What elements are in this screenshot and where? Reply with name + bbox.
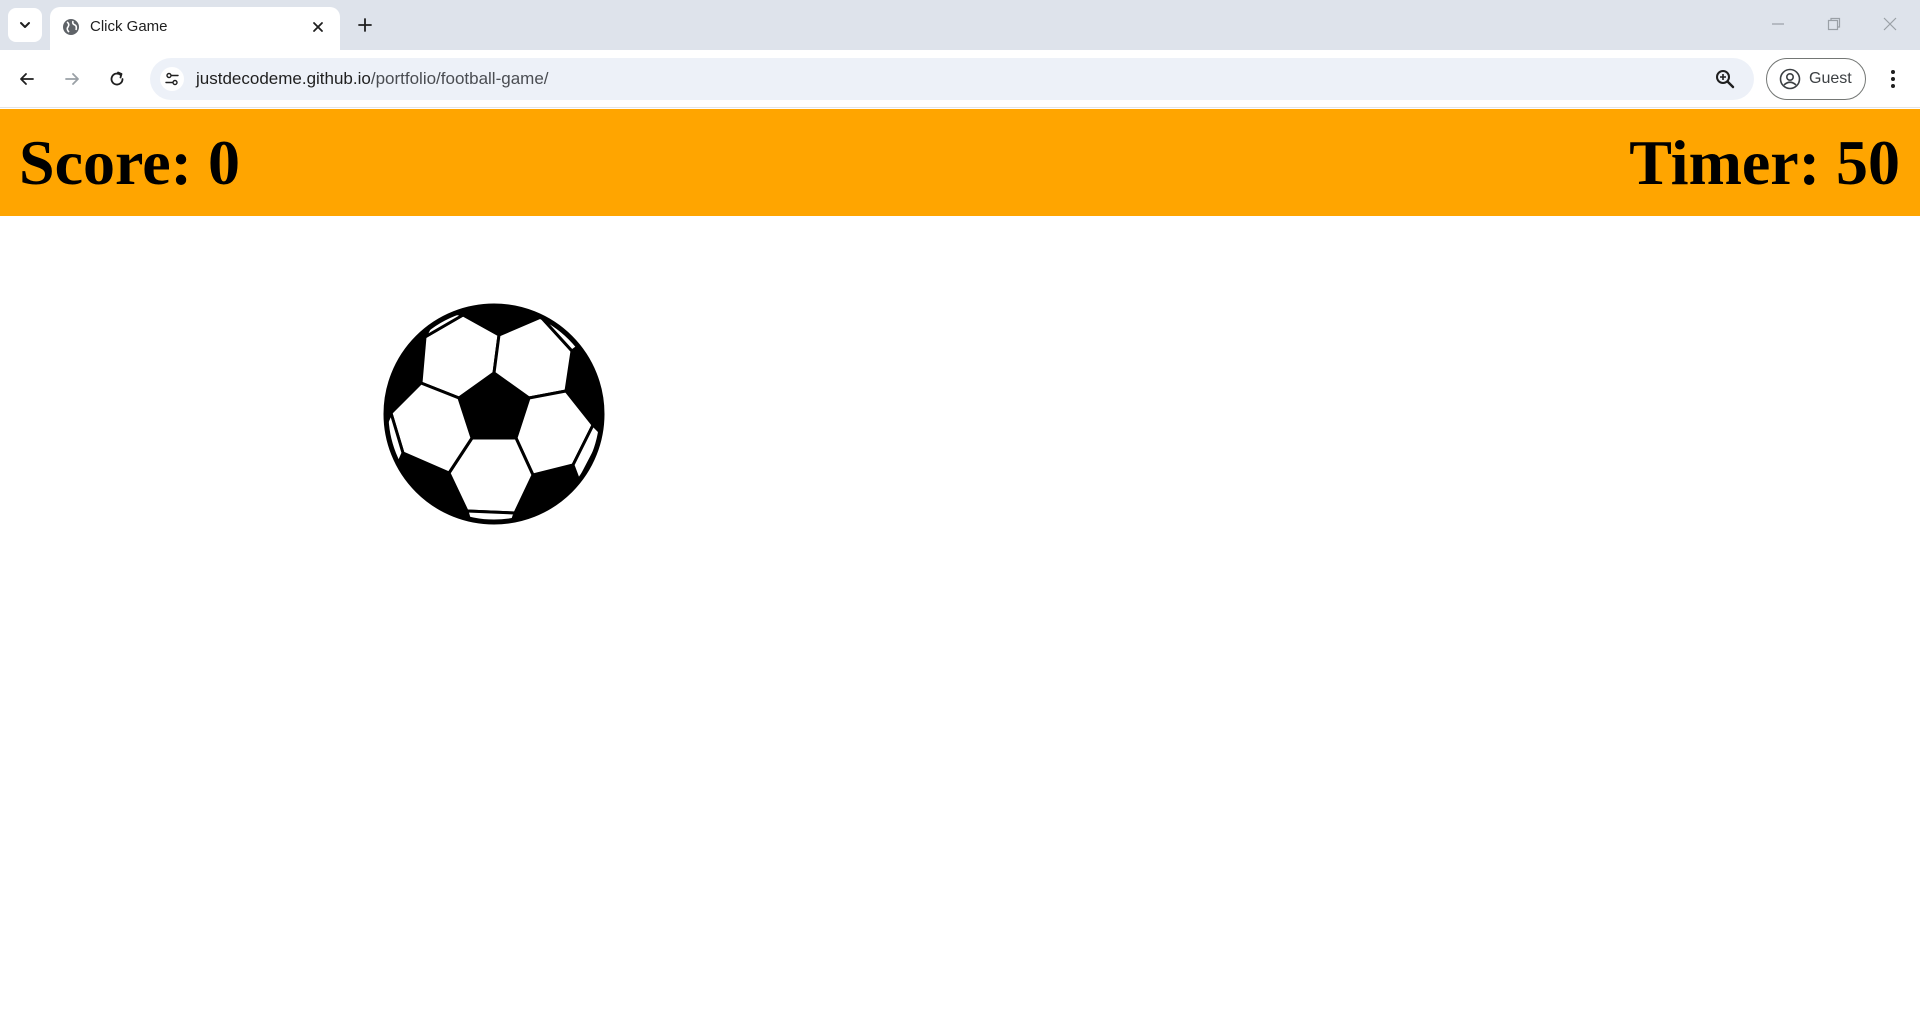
page-content: Score: 0 Timer: 50 [0,109,1920,1020]
profile-button[interactable]: Guest [1766,58,1866,100]
chevron-down-icon [20,22,30,28]
reload-icon [110,71,124,86]
more-vert-icon [1891,70,1895,88]
account-circle-icon [1779,68,1801,90]
site-info-icon[interactable] [160,67,184,91]
close-icon [1883,17,1897,31]
reload-button[interactable] [100,62,134,96]
address-bar[interactable]: justdecodeme.github.io/portfolio/footbal… [150,58,1754,100]
close-window-button[interactable] [1870,8,1910,40]
restore-window-button[interactable] [1814,8,1854,40]
soccer-ball-icon[interactable] [383,303,605,525]
tab-close-button[interactable] [308,17,328,37]
restore-icon [1827,17,1841,31]
browser-tab-active[interactable]: Click Game [50,7,340,50]
browser-tab-strip: Click Game [0,0,1920,50]
forward-button[interactable] [55,62,89,96]
browser-menu-button[interactable] [1876,62,1910,96]
globe-icon [63,19,79,35]
zoom-icon[interactable] [1714,68,1736,90]
minimize-icon [1772,23,1784,25]
profile-label: Guest [1809,70,1852,87]
url-text: justdecodeme.github.io/portfolio/footbal… [196,69,549,89]
close-icon [313,22,323,32]
tab-search-button[interactable] [8,8,42,42]
new-tab-button[interactable] [350,10,380,40]
arrow-left-icon [20,73,34,85]
url-host: justdecodeme.github.io [196,69,371,88]
browser-toolbar: justdecodeme.github.io/portfolio/footbal… [0,50,1920,108]
url-path: /portfolio/football-game/ [370,69,549,88]
tab-title: Click Game [90,18,168,35]
back-button[interactable] [10,62,44,96]
score-display: Score: 0 [19,127,240,198]
arrow-right-icon [65,73,79,85]
score-header: Score: 0 Timer: 50 [0,109,1920,216]
timer-display: Timer: 50 [1629,127,1900,198]
minimize-window-button[interactable] [1758,8,1798,40]
plus-icon [358,18,372,32]
tune-icon [165,72,179,86]
